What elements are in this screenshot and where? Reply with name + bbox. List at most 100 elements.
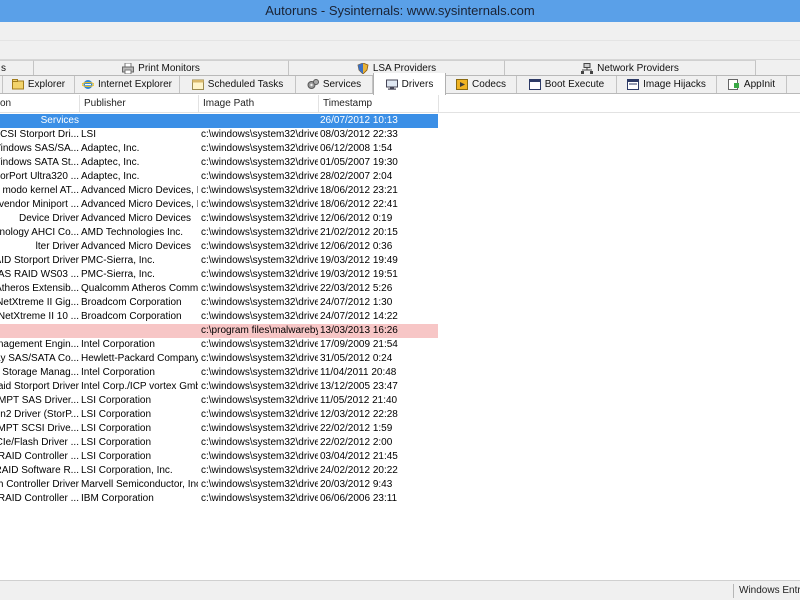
cell-description: n-MPT SAS Driver...: [0, 394, 79, 408]
cell-description: RAID Storport Driver: [0, 254, 79, 268]
list-row[interactable]: Windows SATA St...Adaptec, Inc. c:\window…: [0, 156, 800, 170]
list-row[interactable]: a NetXtreme II 10 ...Broadcom Corporatio…: [0, 310, 800, 324]
tab-partial-right[interactable]: [787, 76, 800, 93]
cell-image-path-text: c:\windows\system32\drive...: [201, 381, 318, 392]
column-header-image-path[interactable]: Image Path: [199, 95, 319, 113]
list-row[interactable]: Services 26/07/2012 10:13: [0, 114, 800, 128]
list-row[interactable]: ay SAS/SATA Co... Hewlett-Packard Company…: [0, 352, 800, 366]
list-row[interactable]: Raid Storport DriverIntel Corp./ICP vort…: [0, 380, 800, 394]
list-row[interactable]: Device Driver Advanced Micro Devices c:\wi…: [0, 212, 800, 226]
tab-boot-execute[interactable]: Boot Execute: [517, 76, 617, 93]
cell-description-text: n-MPT SAS Driver...: [0, 395, 79, 406]
cell-publisher: Adaptec, Inc.: [81, 156, 198, 170]
tab-scheduled-tasks[interactable]: Scheduled Tasks: [180, 76, 296, 93]
drivers-icon: [385, 79, 398, 90]
tab-services[interactable]: Services: [296, 76, 373, 93]
status-bar: Windows Entrie: [0, 580, 800, 600]
list-row[interactable]: StorPort Ultra320 ...Adaptec, Inc. c:\win…: [0, 170, 800, 184]
cell-image-path: c:\windows\system32\drive...: [201, 464, 318, 478]
tab-internet-explorer[interactable]: Internet Explorer: [75, 76, 180, 93]
cell-publisher: Broadcom Corporation: [81, 310, 198, 324]
list-row[interactable]: Gen2 Driver (StorP...LSI Corporation c:\w…: [0, 408, 800, 422]
cell-publisher: LSI Corporation, Inc.: [81, 464, 198, 478]
list-row[interactable]: -vendor Miniport ... Advanced Micro Devic…: [0, 198, 800, 212]
cell-description-text: Services: [40, 115, 79, 126]
cell-image-path: c:\windows\system32\drive...: [201, 450, 318, 464]
cell-publisher: Hewlett-Packard Company: [81, 352, 198, 366]
list-row[interactable]: lash Controller DriverMarvell Semiconduc…: [0, 478, 800, 492]
cell-timestamp: 06/06/2006 23:11: [320, 492, 438, 506]
list-row[interactable]: lter Driver Advanced Micro Devices c:\wind…: [0, 240, 800, 254]
tab-codecs[interactable]: Codecs: [446, 76, 517, 93]
cell-publisher-text: Adaptec, Inc.: [81, 143, 140, 154]
cell-publisher-text: PMC-Sierra, Inc.: [81, 255, 155, 266]
cell-image-path: c:\windows\system32\drive...: [201, 478, 318, 492]
cell-publisher-text: LSI Corporation: [81, 423, 152, 434]
tab-image-hijacks[interactable]: Image Hijacks: [617, 76, 717, 93]
cell-publisher-text: Intel Corp./ICP vortex GmbH: [81, 381, 198, 392]
cell-description: RAID Software R...: [0, 464, 79, 478]
tab-appinit[interactable]: AppInit: [717, 76, 787, 93]
cell-publisher: Advanced Micro Devices, I...: [81, 184, 198, 198]
cell-timestamp-text: 13/12/2005 23:47: [320, 381, 398, 392]
list-row[interactable]: n Atheros Extensib...Qualcomm Atheros Co…: [0, 282, 800, 296]
list-row[interactable]: SAS RAID WS03 ...PMC-Sierra, Inc. c:\wind…: [0, 268, 800, 282]
list-row[interactable]: eRAID Controller ... IBM Corporation c:\wi…: [0, 492, 800, 506]
cell-publisher: LSI Corporation: [81, 422, 198, 436]
cell-publisher: LSI Corporation: [81, 436, 198, 450]
list-row[interactable]: or modo kernel AT...Advanced Micro Devic…: [0, 184, 800, 198]
cell-timestamp: 13/03/2013 16:26: [320, 324, 438, 338]
list-row[interactable]: anagement Engin... Intel Corporation c:\wi…: [0, 338, 800, 352]
list-row[interactable]: n-MPT SCSI Drive...LSI Corporation c:\win…: [0, 422, 800, 436]
list-row[interactable]: RAID Storport DriverPMC-Sierra, Inc. c:\w…: [0, 254, 800, 268]
list-row[interactable]: Windows SAS/SA...Adaptec, Inc. c:\windows…: [0, 142, 800, 156]
cell-publisher-text: Adaptec, Inc.: [81, 171, 140, 182]
cell-description: SAS RAID WS03 ...: [0, 268, 79, 282]
column-header-publisher[interactable]: Publisher: [80, 95, 199, 113]
list-row[interactable]: PCIe/Flash Driver ...LSI Corporation c:\w…: [0, 436, 800, 450]
cell-timestamp: 12/03/2012 22:28: [320, 408, 438, 422]
cell-image-path: c:\windows\system32\drive...: [201, 296, 318, 310]
column-header-timestamp[interactable]: Timestamp: [319, 95, 439, 113]
cell-publisher: Intel Corporation: [81, 366, 198, 380]
list-row[interactable]: x Storage Manag... Intel Corporation c:\wi…: [0, 366, 800, 380]
tab-explorer[interactable]: Explorer: [3, 76, 75, 93]
cell-publisher-text: Marvell Semiconductor, Inc.: [81, 479, 198, 490]
cell-publisher-text: PMC-Sierra, Inc.: [81, 269, 155, 280]
cell-publisher: Intel Corp./ICP vortex GmbH: [81, 380, 198, 394]
cell-description: lter Driver: [0, 240, 79, 254]
cell-timestamp-text: 31/05/2012 0:24: [320, 353, 393, 364]
tab-partial[interactable]: s: [0, 60, 34, 75]
explorer-icon: [11, 79, 24, 90]
cell-timestamp: 11/05/2012 21:40: [320, 394, 438, 408]
cell-timestamp-text: 13/03/2013 16:26: [320, 325, 398, 336]
status-separator: [733, 584, 734, 598]
cell-description-text: Windows SATA St...: [0, 157, 79, 168]
tab-drivers[interactable]: Drivers: [373, 73, 446, 95]
list-row[interactable]: SCSI Storport Dri... LSI c:\windows\system…: [0, 128, 800, 142]
cell-image-path: c:\windows\system32\drive...: [201, 352, 318, 366]
cell-description: Device Driver: [0, 212, 79, 226]
list-row[interactable]: S RAID Controller ...LSI Corporation c:\w…: [0, 450, 800, 464]
list-row[interactable]: c:\program files\malwarebyt...13/03/2013…: [0, 324, 800, 338]
window-titlebar[interactable]: Autoruns - Sysinternals: www.sysinternal…: [0, 0, 800, 22]
cell-description-text: ay SAS/SATA Co...: [0, 353, 79, 364]
cell-image-path-text: c:\windows\system32\drive...: [201, 171, 318, 182]
cell-image-path-text: c:\windows\system32\drive...: [201, 409, 318, 420]
list-row[interactable]: a NetXtreme II Gig...Broadcom Corporatio…: [0, 296, 800, 310]
cell-image-path: c:\windows\system32\drive...: [201, 422, 318, 436]
tab-network-providers[interactable]: Network Providers: [505, 60, 756, 75]
cell-timestamp: 19/03/2012 19:49: [320, 254, 438, 268]
cell-image-path: c:\program files\malwarebyt...: [201, 324, 318, 338]
cell-publisher-text: LSI Corporation, Inc.: [81, 465, 173, 476]
cell-timestamp-text: 12/03/2012 22:28: [320, 409, 398, 420]
list-row[interactable]: RAID Software R... LSI Corporation, Inc. c…: [0, 464, 800, 478]
tab-print-monitors[interactable]: Print Monitors: [34, 60, 289, 75]
column-header-description[interactable]: on: [0, 95, 80, 113]
list-row[interactable]: hnology AHCI Co... AMD Technologies Inc. c…: [0, 226, 800, 240]
cell-timestamp-text: 17/09/2009 21:54: [320, 339, 398, 350]
list-row[interactable]: n-MPT SAS Driver...LSI Corporation c:\win…: [0, 394, 800, 408]
cell-publisher-text: Broadcom Corporation: [81, 311, 182, 322]
cell-image-path-text: c:\windows\system32\drive...: [201, 241, 318, 252]
cell-timestamp-text: 28/02/2007 2:04: [320, 171, 393, 182]
